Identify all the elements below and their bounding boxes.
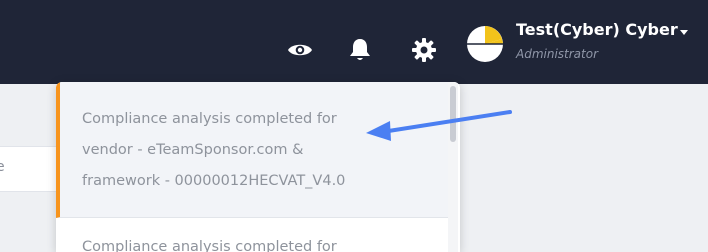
- notification-message: Compliance analysis completed for: [82, 239, 337, 252]
- notification-item[interactable]: Compliance analysis completed for: [56, 218, 446, 252]
- annotation-arrow-icon: [366, 110, 512, 141]
- gear-icon[interactable]: [411, 37, 437, 63]
- user-name[interactable]: Test(Cyber) Cyber: [516, 20, 678, 39]
- bell-icon[interactable]: [348, 37, 372, 63]
- user-role: Administrator: [516, 47, 599, 61]
- user-menu-caret-icon[interactable]: [680, 30, 688, 35]
- partial-input-field[interactable]: e: [0, 146, 57, 192]
- notification-line: framework - 00000012HECVAT_V4.0: [82, 173, 346, 189]
- eye-icon[interactable]: [287, 42, 313, 58]
- partial-input-text: e: [0, 159, 5, 175]
- top-navbar: Test(Cyber) Cyber Administrator: [0, 0, 708, 84]
- notification-item[interactable]: Compliance analysis completed for vendor…: [56, 82, 450, 218]
- avatar[interactable]: [466, 25, 504, 63]
